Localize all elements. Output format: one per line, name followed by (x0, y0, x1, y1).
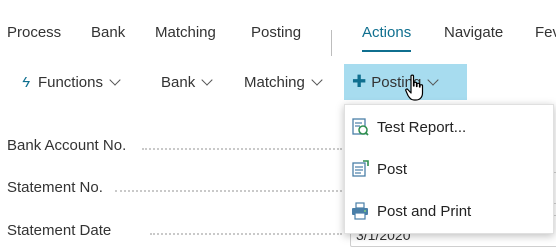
tab-process[interactable]: Process (7, 24, 61, 41)
tab-favorites[interactable]: Fev (535, 24, 556, 41)
menu-item-post-and-print[interactable]: Post and Print (345, 191, 555, 231)
tab-label: Navigate (444, 24, 504, 41)
field-leader-dots (142, 146, 342, 150)
tab-label: Process (7, 24, 62, 41)
statement-no-label: Statement No. (7, 179, 103, 196)
menu-item-label: Post and Print (377, 202, 472, 220)
functions-label: Functions (37, 73, 103, 91)
menu-item-label: Test Report... (377, 118, 467, 136)
action-bar-tabs: Process Bank Matching Posting Actions Na… (0, 10, 556, 58)
bank-label: Bank (161, 73, 196, 91)
menu-item-label: Post (377, 160, 408, 178)
tab-navigate[interactable]: Navigate (444, 24, 503, 41)
hand-cursor-icon (405, 74, 424, 101)
tab-posting[interactable]: Posting (251, 24, 301, 41)
test-report-icon (351, 118, 369, 136)
functions-menu-button[interactable]: ϟ Functions (22, 64, 121, 100)
tab-actions[interactable]: Actions (362, 24, 412, 52)
plus-icon: ✚ (352, 72, 367, 91)
post-icon (351, 160, 369, 178)
lightning-icon: ϟ (22, 73, 30, 91)
tab-label: Matching (155, 24, 216, 41)
chevron-down-icon (311, 73, 323, 86)
chevron-down-icon (427, 73, 439, 86)
active-tab-indicator (362, 50, 412, 52)
matching-label: Matching (244, 73, 305, 91)
posting-dropdown-menu: Test Report... Post Post and Print (344, 104, 554, 234)
field-leader-dots (150, 231, 342, 235)
tab-divider (331, 30, 332, 56)
field-leader-dots (115, 188, 342, 192)
statement-date-label: Statement Date (7, 222, 112, 239)
tab-label: Posting (251, 24, 302, 41)
chevron-down-icon (109, 73, 121, 86)
bank-menu-button[interactable]: Bank (161, 64, 213, 100)
menu-item-test-report[interactable]: Test Report... (345, 107, 555, 147)
menu-item-post[interactable]: Post (345, 149, 555, 189)
matching-menu-button[interactable]: Matching (244, 64, 323, 100)
tab-bank[interactable]: Bank (91, 24, 125, 41)
tab-label: Bank (91, 24, 126, 41)
tab-label: Actions (362, 24, 412, 41)
chevron-down-icon (201, 73, 213, 86)
tab-matching[interactable]: Matching (155, 24, 216, 41)
bank-account-no-label: Bank Account No. (7, 137, 127, 154)
post-and-print-icon (351, 202, 369, 220)
tab-label: Fev (535, 24, 556, 41)
